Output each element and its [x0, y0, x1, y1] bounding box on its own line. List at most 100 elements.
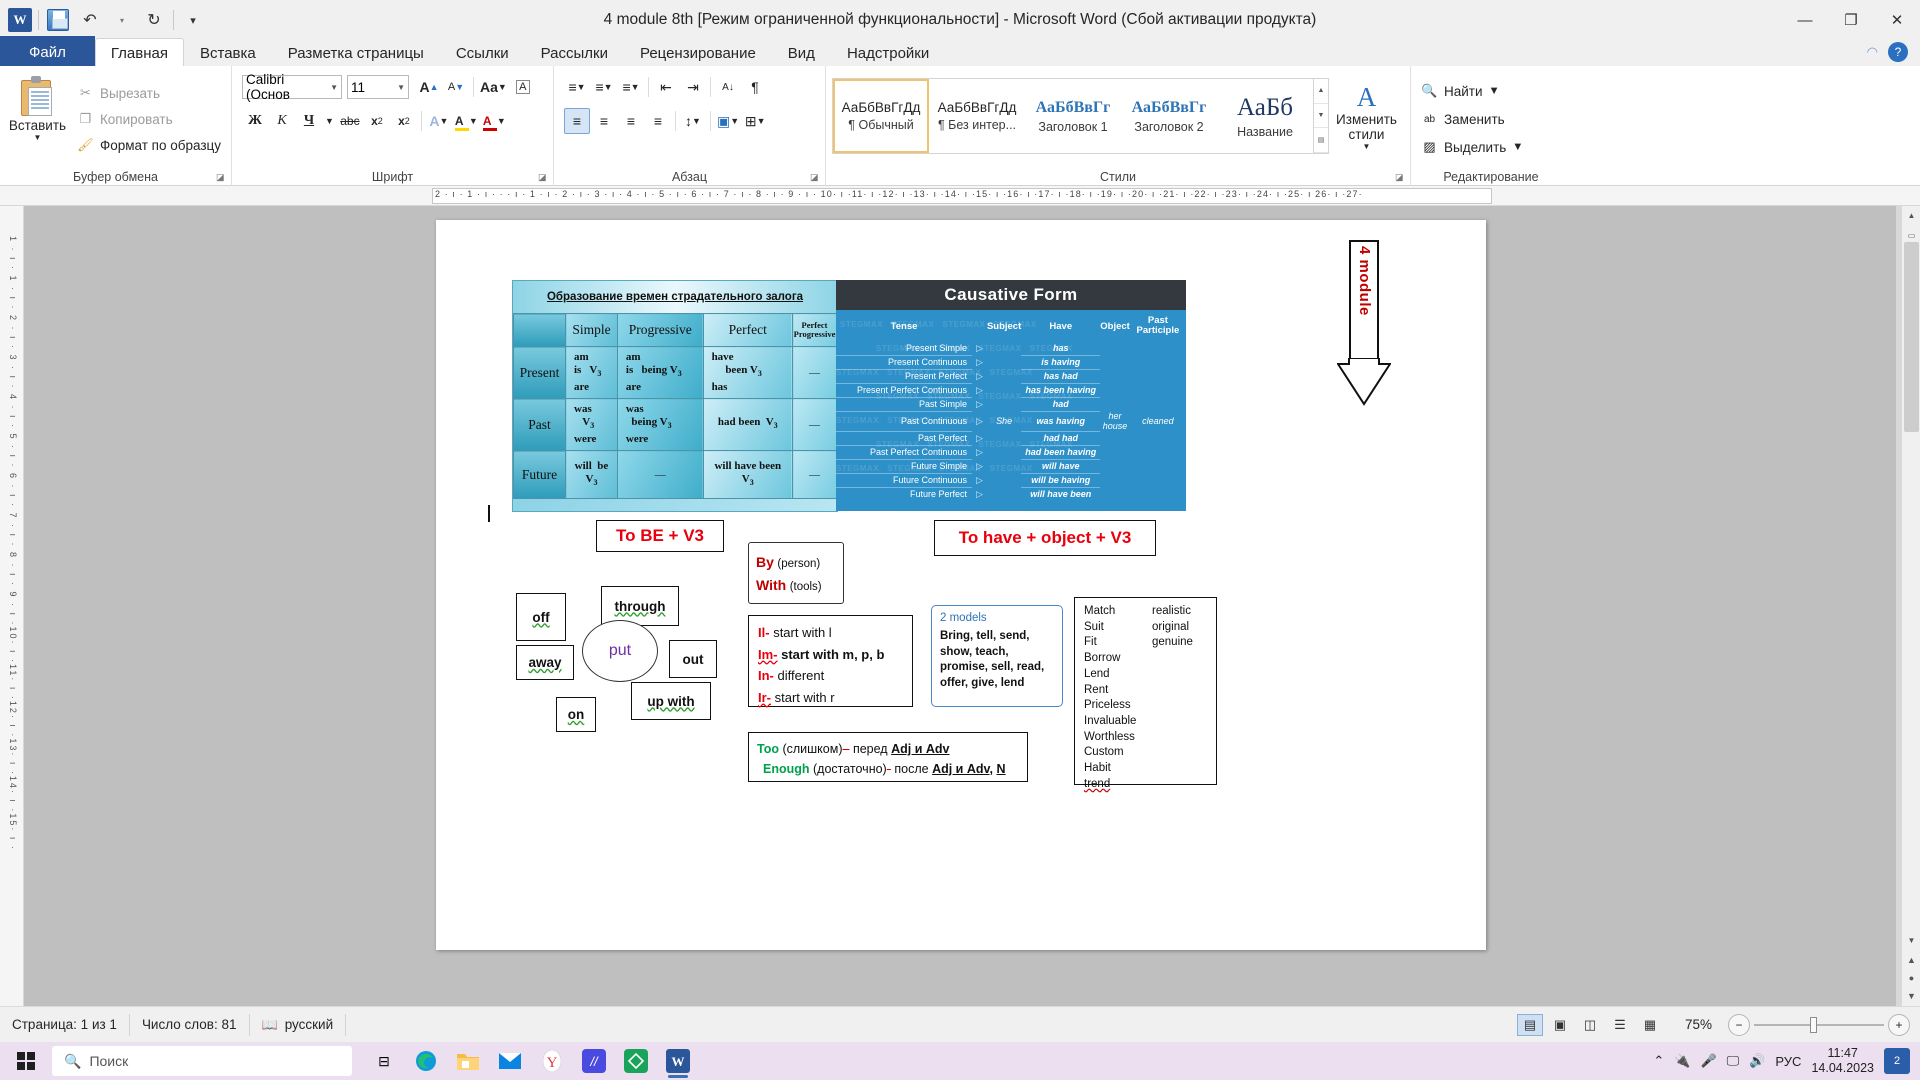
scrollbar-thumb[interactable] [1904, 242, 1919, 432]
tray-volume-icon[interactable]: 🔊 [1749, 1053, 1765, 1069]
zoom-out-button[interactable]: − [1728, 1013, 1750, 1036]
vertical-scrollbar[interactable]: ▲ ▼ ▲ ● ▼ ▭ [1901, 206, 1920, 1006]
clock[interactable]: 11:47 14.04.2023 [1811, 1046, 1874, 1076]
tab-addins[interactable]: Надстройки [831, 38, 945, 68]
customize-qat-icon[interactable]: ▾ [180, 7, 206, 33]
scroll-up-icon[interactable]: ▲ [1902, 206, 1920, 225]
zoom-slider-handle[interactable] [1810, 1016, 1817, 1033]
line-spacing-button[interactable]: ↕ ▼ [680, 108, 706, 134]
tab-references[interactable]: Ссылки [440, 38, 525, 68]
restore-button[interactable]: ❐ [1828, 0, 1874, 40]
styles-gallery[interactable]: АаБбВвГгДд ¶ Обычный АаБбВвГгДд ¶ Без ин… [832, 78, 1329, 154]
view-web-layout[interactable]: ◫ [1577, 1014, 1603, 1036]
gallery-scroll-up-icon[interactable]: ▲ [1314, 79, 1328, 104]
shrink-font-button[interactable]: A ▼ [443, 74, 469, 100]
shading-button[interactable]: ▣ ▼ [715, 108, 741, 134]
page-indicator[interactable]: Страница: 1 из 1 [0, 1013, 130, 1036]
file-explorer-icon[interactable] [450, 1044, 486, 1078]
tray-mic-icon[interactable]: 🎤 [1700, 1053, 1716, 1069]
decrease-indent-button[interactable]: ⇤ [653, 74, 679, 100]
app-m-icon[interactable]: // [576, 1044, 612, 1078]
select-button[interactable]: ▨ Выделить ▼ [1417, 134, 1527, 160]
minimize-ribbon-icon[interactable]: ◠ [1867, 44, 1878, 60]
sort-button[interactable]: A↓ [715, 74, 741, 100]
gallery-more-icon[interactable]: ▤ [1314, 128, 1328, 154]
document-area[interactable]: Образование времен страдательного залога… [24, 206, 1896, 1006]
numbering-button[interactable]: ≡ ▼ [591, 74, 617, 100]
change-styles-dropdown-icon[interactable]: ▼ [1363, 142, 1371, 151]
format-painter-button[interactable]: 🖌 Формат по образцу [73, 132, 225, 158]
align-left-button[interactable]: ≡ [564, 108, 590, 134]
search-input[interactable]: 🔍 Поиск [52, 1046, 352, 1076]
style-title[interactable]: АаБб Название [1217, 79, 1313, 153]
tab-insert[interactable]: Вставка [184, 38, 272, 68]
styles-gallery-scroll[interactable]: ▲ ▼ ▤ [1313, 79, 1328, 154]
clear-formatting-button[interactable]: A [510, 74, 536, 100]
view-print-layout[interactable]: ▤ [1516, 1013, 1543, 1036]
change-case-button[interactable]: Aa ▼ [478, 74, 509, 100]
notification-badge[interactable]: 2 [1884, 1048, 1910, 1074]
mail-icon[interactable] [492, 1044, 528, 1078]
style-normal[interactable]: АаБбВвГгДд ¶ Обычный [833, 79, 929, 153]
tab-mailings[interactable]: Рассылки [525, 38, 624, 68]
style-heading-2[interactable]: АаБбВвГг Заголовок 2 [1121, 79, 1217, 153]
zoom-in-button[interactable]: + [1888, 1013, 1910, 1036]
style-heading-1[interactable]: АаБбВвГг Заголовок 1 [1025, 79, 1121, 153]
replace-button[interactable]: ab Заменить [1417, 106, 1509, 132]
zoom-level[interactable]: 75% [1685, 1017, 1712, 1032]
strikethrough-button[interactable]: abc [337, 108, 363, 134]
tray-expand-icon[interactable]: ⌃ [1653, 1053, 1664, 1069]
paragraph-dialog-launcher[interactable]: ◪ [810, 172, 821, 183]
find-button[interactable]: 🔍 Найти ▼ [1417, 78, 1504, 104]
task-view-icon[interactable]: ⊟ [366, 1044, 402, 1078]
bold-button[interactable]: Ж [242, 108, 268, 134]
zoom-slider[interactable] [1754, 1016, 1884, 1034]
horizontal-ruler[interactable]: 2 · ı · 1 · ı · · · ı · 1 · ı · 2 · ı · … [0, 186, 1920, 206]
minimize-button[interactable]: — [1782, 0, 1828, 40]
undo-button[interactable]: ↶ [77, 7, 103, 33]
tab-file[interactable]: Файл [0, 36, 95, 68]
vertical-ruler[interactable]: 1 · ı · 1 · ı · 2 · ı · 3 · ı · 4 · ı · … [0, 206, 24, 1006]
tab-review[interactable]: Рецензирование [624, 38, 772, 68]
help-icon[interactable]: ? [1888, 42, 1908, 62]
italic-button[interactable]: К [269, 108, 295, 134]
subscript-button[interactable]: x2 [364, 108, 390, 134]
paste-dropdown-icon[interactable]: ▼ [34, 133, 42, 142]
browse-object-icon[interactable]: ● [1904, 969, 1919, 986]
cut-button[interactable]: ✂ Вырезать [73, 80, 225, 106]
superscript-button[interactable]: x2 [391, 108, 417, 134]
bullets-button[interactable]: ≡ ▼ [564, 74, 590, 100]
view-outline[interactable]: ☰ [1607, 1014, 1633, 1036]
tray-plug-icon[interactable]: 🔌 [1674, 1053, 1690, 1069]
language-indicator[interactable]: 📖 русский [250, 1013, 347, 1036]
paste-button[interactable]: Вставить ▼ [6, 74, 69, 142]
font-name-combo[interactable]: Calibri (Основ ▼ [242, 72, 342, 102]
font-dialog-launcher[interactable]: ◪ [538, 172, 549, 183]
underline-dropdown-icon[interactable]: ▼ [323, 108, 336, 134]
tray-language[interactable]: РУС [1775, 1054, 1801, 1069]
styles-dialog-launcher[interactable]: ◪ [1395, 172, 1406, 183]
copy-button[interactable]: ❐ Копировать [73, 106, 225, 132]
edge-icon[interactable] [408, 1044, 444, 1078]
clipboard-dialog-launcher[interactable]: ◪ [216, 172, 227, 183]
align-center-button[interactable]: ≡ [591, 108, 617, 134]
font-color-button[interactable]: A ▼ [481, 108, 508, 134]
save-button[interactable] [45, 7, 71, 33]
app-green-icon[interactable] [618, 1044, 654, 1078]
align-right-button[interactable]: ≡ [618, 108, 644, 134]
next-page-icon[interactable]: ▼ [1904, 987, 1919, 1004]
increase-indent-button[interactable]: ⇥ [680, 74, 706, 100]
multilevel-list-button[interactable]: ≡ ▼ [618, 74, 644, 100]
justify-button[interactable]: ≡ [645, 108, 671, 134]
split-bar-icon[interactable]: ▭ [1902, 226, 1920, 245]
tab-view[interactable]: Вид [772, 38, 831, 68]
grow-font-button[interactable]: A ▲ [416, 74, 442, 100]
style-no-spacing[interactable]: АаБбВвГгДд ¶ Без интер... [929, 79, 1025, 153]
view-draft[interactable]: ▦ [1637, 1014, 1663, 1036]
document-page[interactable]: Образование времен страдательного залога… [436, 220, 1486, 950]
yandex-icon[interactable]: Y [534, 1044, 570, 1078]
change-styles-button[interactable]: A Изменить стили ▼ [1329, 78, 1404, 151]
word-count[interactable]: Число слов: 81 [130, 1013, 250, 1036]
underline-button[interactable]: Ч [296, 108, 322, 134]
formatting-marks-button[interactable]: ¶ [742, 74, 768, 100]
